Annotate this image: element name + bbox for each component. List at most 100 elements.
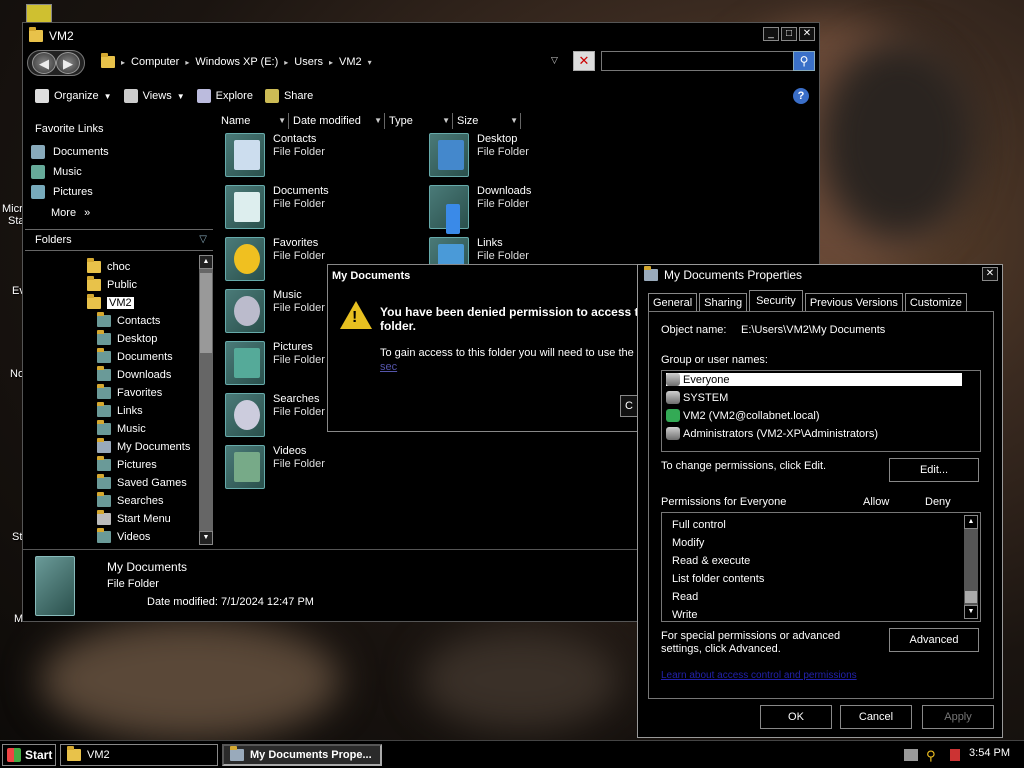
security-tab-link[interactable]: sec bbox=[380, 361, 397, 373]
search-icon[interactable]: ⚲ bbox=[793, 51, 815, 71]
breadcrumb-item[interactable]: Windows XP (E:) bbox=[195, 56, 278, 68]
saved-games-icon bbox=[97, 474, 111, 489]
advanced-button[interactable]: Advanced bbox=[889, 628, 979, 652]
tree-item-searches[interactable]: Searches bbox=[97, 492, 163, 507]
permissions-scrollbar[interactable]: ▲ ▼ bbox=[964, 515, 978, 619]
forward-button[interactable]: ▶ bbox=[56, 52, 80, 74]
tree-item-links[interactable]: Links bbox=[97, 402, 143, 417]
documents-icon bbox=[31, 145, 45, 159]
tree-item-favorites[interactable]: Favorites bbox=[97, 384, 162, 399]
list-item: Write bbox=[672, 609, 698, 621]
share-button[interactable]: Share bbox=[264, 89, 313, 103]
breadcrumb-item[interactable]: VM2 bbox=[339, 56, 362, 68]
learn-more-link[interactable]: Learn about access control and permissio… bbox=[661, 670, 857, 681]
list-item[interactable]: Administrators (VM2-XP\Administrators) bbox=[666, 427, 878, 440]
keyboard-icon[interactable] bbox=[904, 749, 918, 761]
scroll-thumb[interactable] bbox=[965, 591, 977, 603]
tree-item-my-documents[interactable]: My Documents bbox=[97, 438, 190, 453]
column-headers: Name ▼ Date modified ▼ Type ▼ Size ▼ bbox=[217, 113, 521, 129]
tree-item-documents[interactable]: Documents bbox=[97, 348, 173, 363]
tab-general[interactable]: General bbox=[648, 293, 698, 312]
folder-icon bbox=[87, 258, 101, 273]
tab-previous-versions[interactable]: Previous Versions bbox=[804, 293, 903, 312]
start-button[interactable]: Start bbox=[2, 744, 56, 766]
edit-button[interactable]: Edit... bbox=[889, 458, 979, 482]
file-item-documents[interactable]: Documents File Folder bbox=[225, 185, 329, 229]
ok-button[interactable]: OK bbox=[760, 705, 832, 729]
column-size[interactable]: Size ▼ bbox=[453, 113, 521, 129]
list-item[interactable]: Everyone bbox=[666, 373, 962, 386]
search-tray-icon[interactable]: ⚲ bbox=[926, 748, 942, 763]
clock[interactable]: 3:54 PM bbox=[969, 747, 1010, 759]
scroll-down-icon[interactable]: ▼ bbox=[964, 605, 978, 619]
tree-item-videos[interactable]: Videos bbox=[97, 528, 150, 543]
address-dropdown-icon[interactable]: ▽ bbox=[551, 55, 558, 66]
folders-header[interactable]: Folders ▽ bbox=[25, 229, 213, 251]
scroll-thumb[interactable] bbox=[200, 273, 212, 353]
stop-icon[interactable]: ✕ bbox=[573, 51, 595, 71]
explore-button[interactable]: Explore bbox=[196, 89, 253, 103]
back-button[interactable]: ◀ bbox=[32, 52, 56, 74]
cancel-button[interactable]: Cancel bbox=[840, 705, 912, 729]
favorite-pictures[interactable]: Pictures bbox=[31, 185, 93, 199]
file-item-desktop[interactable]: Desktop File Folder bbox=[429, 133, 529, 177]
column-name[interactable]: Name ▼ bbox=[217, 113, 289, 129]
breadcrumb[interactable]: ▸ Computer ▸ Windows XP (E:) ▸ Users ▸ V… bbox=[101, 51, 571, 73]
searches-folder-icon bbox=[225, 393, 265, 437]
permissions-list[interactable]: Full control Modify Read & execute List … bbox=[661, 512, 981, 622]
videos-icon bbox=[97, 528, 111, 543]
file-item-favorites[interactable]: Favorites File Folder bbox=[225, 237, 325, 281]
maximize-button[interactable]: □ bbox=[781, 27, 797, 41]
desktop-app-icon[interactable] bbox=[26, 4, 52, 24]
tree-item-desktop[interactable]: Desktop bbox=[97, 330, 157, 345]
apply-button[interactable]: Apply bbox=[922, 705, 994, 729]
search-input[interactable] bbox=[601, 51, 811, 71]
tab-customize[interactable]: Customize bbox=[904, 293, 967, 312]
scroll-down-icon[interactable]: ▼ bbox=[199, 531, 213, 545]
column-date-modified[interactable]: Date modified ▼ bbox=[289, 113, 385, 129]
organize-button[interactable]: Organize ▼ bbox=[35, 89, 112, 103]
file-item-videos[interactable]: Videos File Folder bbox=[225, 445, 325, 489]
column-type[interactable]: Type ▼ bbox=[385, 113, 453, 129]
error-instructions: To gain access to this folder you will n… bbox=[380, 347, 634, 359]
file-item-downloads[interactable]: Downloads File Folder bbox=[429, 185, 531, 234]
file-item-searches[interactable]: Searches File Folder bbox=[225, 393, 325, 437]
list-item[interactable]: SYSTEM bbox=[666, 391, 728, 404]
security-panel: Object name: E:\Users\VM2\My Documents G… bbox=[648, 311, 994, 699]
breadcrumb-item[interactable]: Users bbox=[294, 56, 323, 68]
scroll-up-icon[interactable]: ▲ bbox=[199, 255, 213, 269]
scroll-up-icon[interactable]: ▲ bbox=[964, 515, 978, 529]
file-item-contacts[interactable]: Contacts File Folder bbox=[225, 133, 325, 177]
views-button[interactable]: Views ▼ bbox=[123, 89, 185, 103]
tree-item-contacts[interactable]: Contacts bbox=[97, 312, 160, 327]
tab-sharing[interactable]: Sharing bbox=[699, 293, 748, 312]
favorite-music[interactable]: Music bbox=[31, 165, 82, 179]
taskbar-item-properties[interactable]: My Documents Prope... bbox=[222, 744, 382, 766]
tree-item-music[interactable]: Music bbox=[97, 420, 146, 435]
tree-item-choc[interactable]: choc bbox=[87, 258, 130, 273]
close-button[interactable]: ✕ bbox=[982, 267, 998, 281]
tree-item-downloads[interactable]: Downloads bbox=[97, 366, 171, 381]
file-item-pictures[interactable]: Pictures File Folder bbox=[225, 341, 325, 385]
network-icon[interactable] bbox=[950, 749, 960, 761]
tree-item-saved-games[interactable]: Saved Games bbox=[97, 474, 187, 489]
breadcrumb-item[interactable]: Computer bbox=[131, 56, 179, 68]
desktop-label[interactable]: St bbox=[12, 531, 22, 543]
list-item[interactable]: VM2 (VM2@collabnet.local) bbox=[666, 409, 820, 422]
taskbar-item-vm2[interactable]: VM2 bbox=[60, 744, 218, 766]
minimize-button[interactable]: _ bbox=[763, 27, 779, 41]
user-list[interactable]: Everyone SYSTEM VM2 (VM2@collabnet.local… bbox=[661, 370, 981, 452]
tab-security[interactable]: Security bbox=[749, 290, 803, 312]
more-link[interactable]: More » bbox=[51, 207, 90, 219]
file-item-music[interactable]: Music File Folder bbox=[225, 289, 325, 333]
tree-item-start-menu[interactable]: Start Menu bbox=[97, 510, 171, 525]
explorer-titlebar[interactable]: VM2 _ □ ✕ bbox=[23, 23, 819, 49]
help-icon[interactable]: ? bbox=[793, 88, 809, 104]
tree-item-public[interactable]: Public bbox=[87, 276, 137, 291]
favorite-documents[interactable]: Documents bbox=[31, 145, 109, 159]
tree-scrollbar[interactable]: ▲ ▼ bbox=[199, 255, 213, 545]
tree-item-vm2[interactable]: VM2 bbox=[87, 294, 134, 309]
close-button[interactable]: ✕ bbox=[799, 27, 815, 41]
tree-item-pictures[interactable]: Pictures bbox=[97, 456, 157, 471]
links-icon bbox=[97, 402, 111, 417]
